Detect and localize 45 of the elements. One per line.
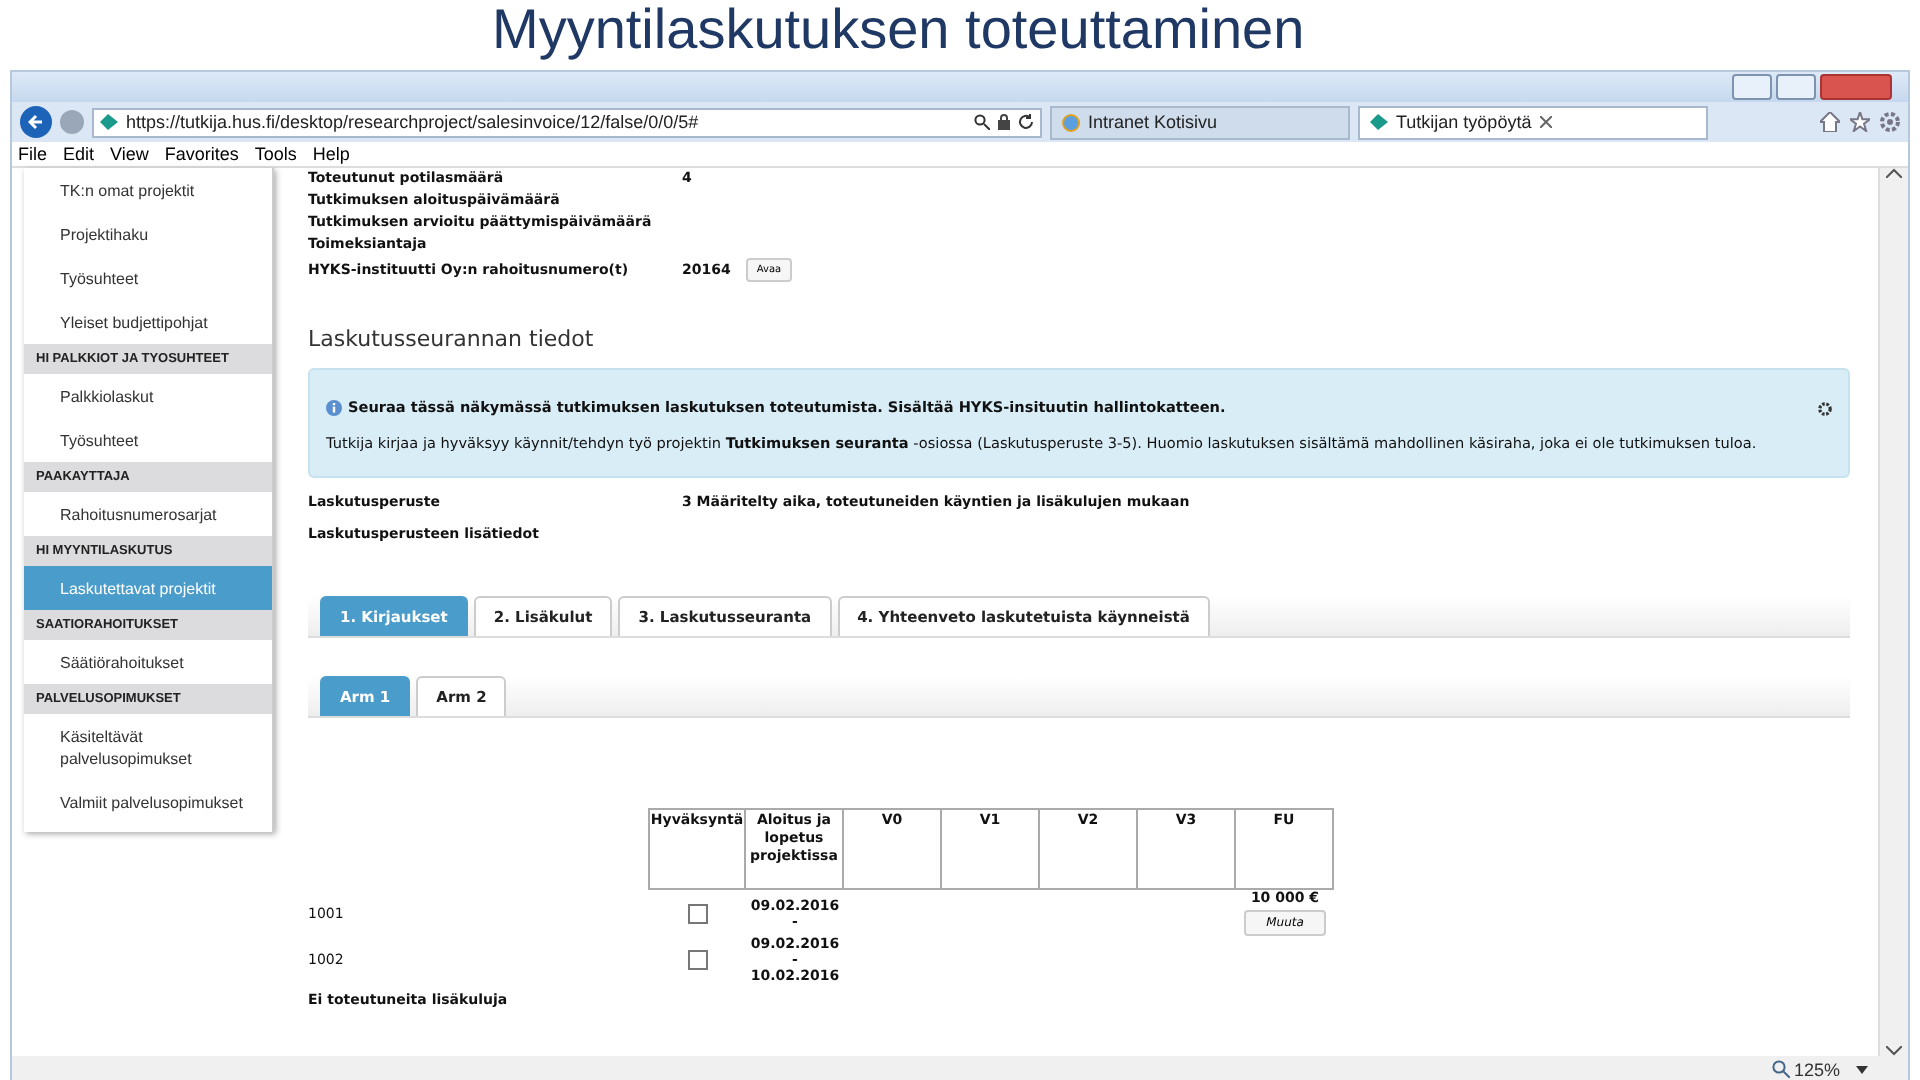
globe-icon <box>1062 113 1080 131</box>
leaf-icon <box>1370 114 1388 130</box>
home-icon <box>1820 112 1840 132</box>
info-icon <box>326 400 342 416</box>
checkbox[interactable] <box>687 903 707 923</box>
lock-icon <box>998 114 1010 130</box>
menu-item[interactable]: Edit <box>63 142 95 166</box>
star-icon <box>1850 112 1870 132</box>
maximize-button[interactable] <box>1776 74 1816 100</box>
browser-tab[interactable]: Tutkijan työpöytä <box>1358 105 1708 139</box>
left-arrow-icon <box>28 114 44 130</box>
settings-icon <box>1818 401 1832 415</box>
scrollbar[interactable] <box>1878 168 1908 1056</box>
menu-item[interactable]: File <box>18 142 48 166</box>
zoom-level[interactable]: 125% <box>1793 1059 1840 1079</box>
close-icon <box>1539 116 1552 128</box>
section-title: Laskutusseurannan tiedot <box>308 326 596 352</box>
caret-icon <box>1856 1065 1868 1073</box>
sidebar-item[interactable]: Työsuhteet <box>24 256 272 300</box>
leaf-icon <box>100 114 118 130</box>
menu-item[interactable]: View <box>110 142 149 166</box>
close-button[interactable] <box>1820 74 1892 100</box>
settings-icon <box>1880 112 1900 132</box>
refresh-icon <box>1018 114 1034 130</box>
sidebar-item[interactable]: Projektihaku <box>24 212 272 256</box>
minimize-button[interactable] <box>1732 74 1772 100</box>
menu-item[interactable]: Tools <box>254 142 297 166</box>
forward-button[interactable] <box>60 110 84 134</box>
sidebar-item[interactable]: Rahoitusnumerosarjat <box>24 492 272 536</box>
slide-title: Myyntilaskutuksen toteuttaminen <box>490 0 1307 60</box>
address-field[interactable]: https://tutkija.hus.fi/desktop/researchproject/salesinvoice/12/false/0/0/5# <box>92 107 1042 137</box>
menu-item[interactable]: Favorites <box>164 142 239 166</box>
menu-item[interactable]: Help <box>312 142 350 166</box>
sidebar-item[interactable]: Käsiteltävät palvelusopimukset <box>24 714 272 780</box>
zoom-icon <box>1771 1060 1790 1078</box>
browser-tab[interactable]: Intranet Kotisivu <box>1050 105 1350 139</box>
sidebar-item[interactable]: Valmiit palvelusopimukset <box>24 780 272 824</box>
back-button[interactable] <box>20 106 52 138</box>
checkbox[interactable] <box>687 950 707 970</box>
sidebar-item[interactable]: Työsuhteet <box>24 418 272 462</box>
sidebar-item[interactable]: Yleiset budjettipohjat <box>24 300 272 344</box>
sidebar-item[interactable]: Palkkiolaskut <box>24 374 272 418</box>
search-icon <box>974 114 990 130</box>
sidebar-item[interactable]: TK:n omat projektit <box>24 168 272 212</box>
sidebar-item[interactable]: Säätiörahoitukset <box>24 640 272 684</box>
